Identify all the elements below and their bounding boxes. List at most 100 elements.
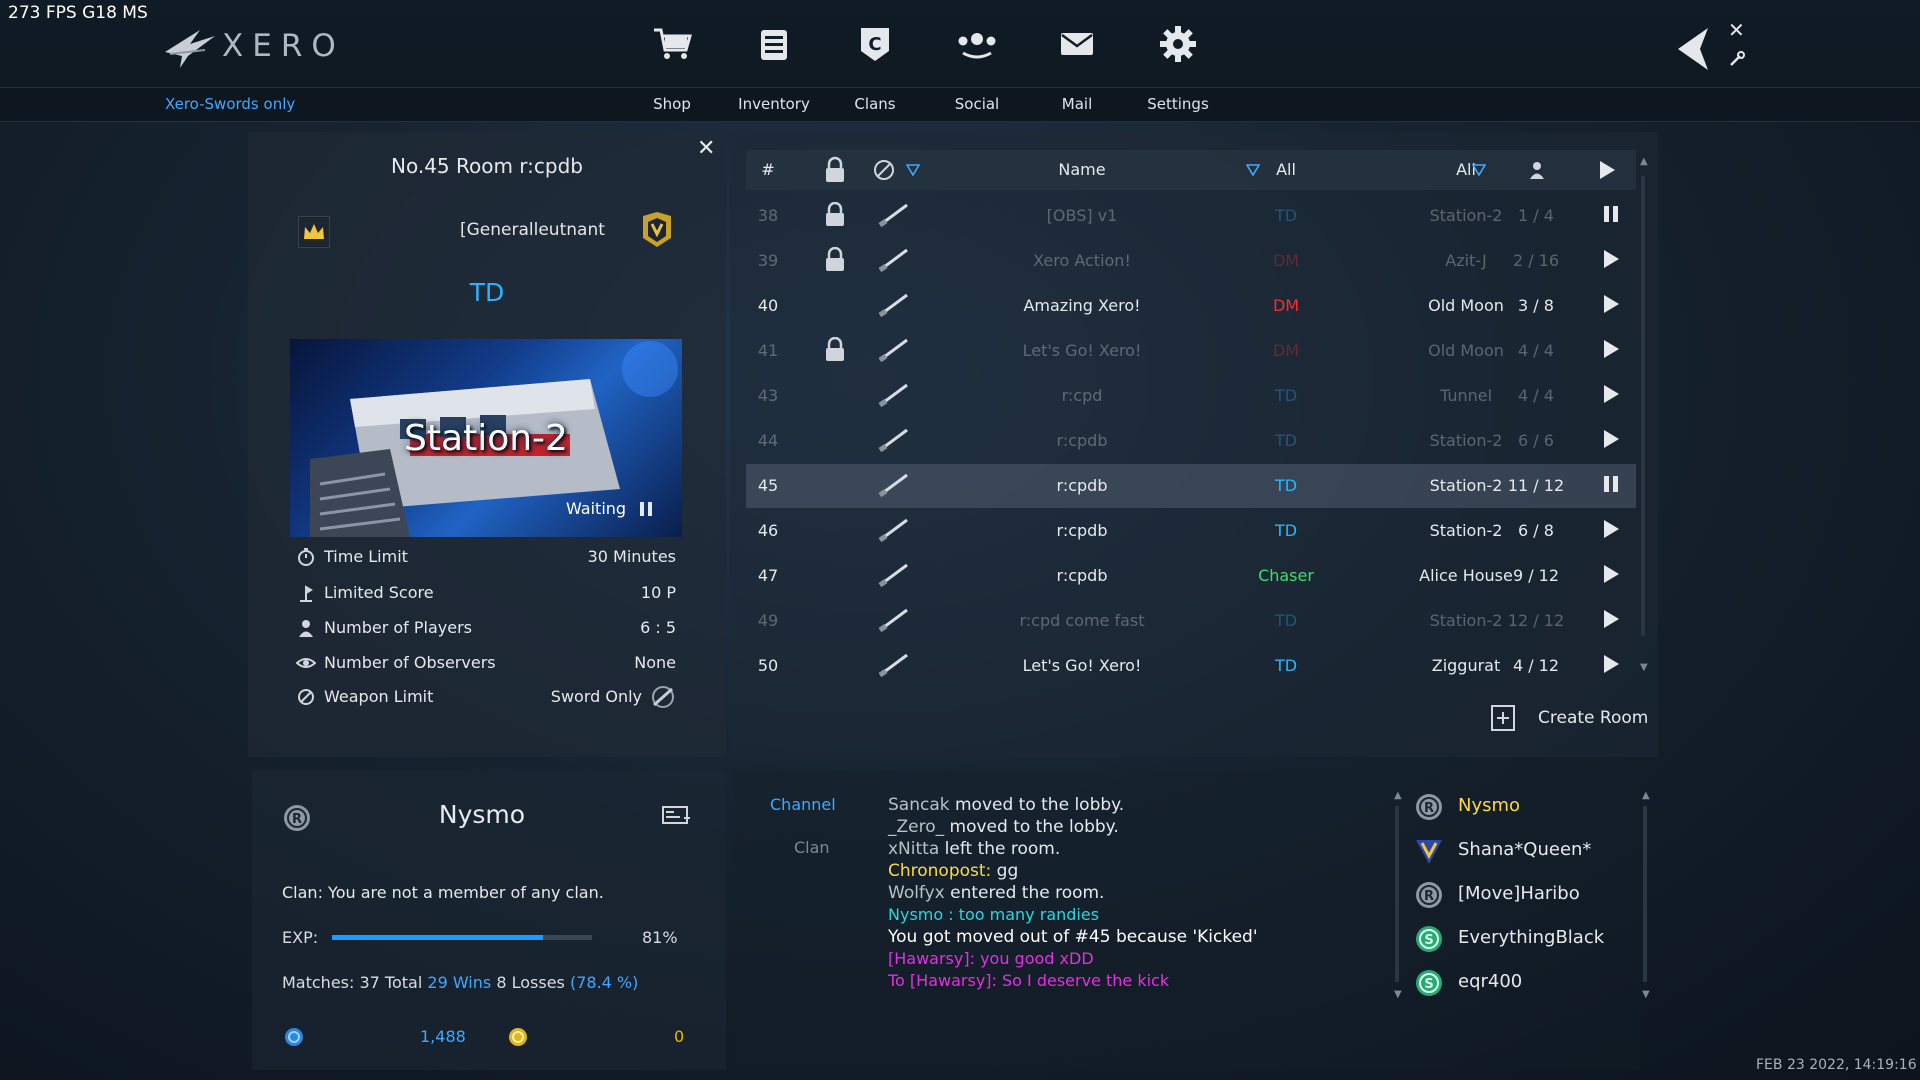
scroll-down-icon[interactable]: ▼ xyxy=(1642,989,1650,1000)
room-row[interactable]: 46 r:cpdb TD Station-2 6 / 8 xyxy=(746,509,1636,553)
info-label: Time Limit xyxy=(324,547,408,566)
room-mode: TD xyxy=(1274,431,1298,450)
chat-sender[interactable]: xNitta xyxy=(888,839,939,859)
sword-icon xyxy=(876,427,912,457)
room-number: 49 xyxy=(757,611,779,630)
map-name: Station-2 xyxy=(404,418,568,459)
room-row[interactable]: 50 Let's Go! Xero! TD Ziggurat 4 / 12 xyxy=(746,644,1636,688)
info-value: Sword Only xyxy=(550,687,642,706)
play-icon[interactable] xyxy=(1596,384,1626,408)
room-row[interactable]: 40 Amazing Xero! DM Old Moon 3 / 8 xyxy=(746,284,1636,328)
inventory-icon[interactable] xyxy=(744,18,804,70)
info-weapon-limit: Weapon Limit Sword Only xyxy=(292,685,676,711)
weapon-filter-dropdown-icon[interactable] xyxy=(906,164,920,176)
wrench-icon[interactable] xyxy=(1728,50,1746,68)
tab-channel[interactable]: Channel xyxy=(770,795,836,814)
social-icon[interactable] xyxy=(947,18,1007,70)
chat-message: You got moved out of #45 because 'Kicked… xyxy=(888,926,1388,948)
player-list-scrollbar[interactable]: ▲ ▼ xyxy=(1642,790,1650,1000)
scroll-track[interactable] xyxy=(1641,176,1645,636)
room-number: 46 xyxy=(757,521,779,540)
lock-icon xyxy=(820,246,850,277)
map-filter[interactable]: All xyxy=(1386,160,1546,179)
col-weapon-icon[interactable] xyxy=(872,158,898,182)
nav-settings[interactable]: Settings xyxy=(1118,95,1238,113)
room-list-scrollbar[interactable]: ▲ ▼ xyxy=(1640,156,1648,676)
room-row[interactable]: 45 r:cpdb TD Station-2 11 / 12 xyxy=(746,464,1636,508)
matches-losses: 8 Losses xyxy=(496,973,565,992)
player-name: Nysmo xyxy=(1458,795,1521,816)
col-name[interactable]: Name xyxy=(926,160,1238,179)
svg-text:S: S xyxy=(1424,977,1433,992)
room-row[interactable]: 41 Let's Go! Xero! DM Old Moon 4 / 4 xyxy=(746,329,1636,373)
chat-sender[interactable]: Chronopost: xyxy=(888,861,991,881)
tab-clan[interactable]: Clan xyxy=(794,838,830,857)
gold-currency-value: 0 xyxy=(674,1027,685,1046)
weapon-limit-icon xyxy=(298,689,314,705)
play-icon[interactable] xyxy=(1596,249,1626,273)
room-row[interactable]: 47 r:cpdb Chaser Alice House 9 / 12 xyxy=(746,554,1636,598)
close-room-panel-icon[interactable]: ✕ xyxy=(697,136,715,161)
room-row[interactable]: 38 [OBS] v1 TD Station-2 1 / 4 xyxy=(746,194,1636,238)
back-arrow-icon[interactable] xyxy=(1668,24,1718,74)
timer-icon xyxy=(298,548,314,566)
mail-icon[interactable] xyxy=(1047,18,1107,70)
pause-icon[interactable] xyxy=(1596,204,1626,228)
player-item[interactable]: R Nysmo xyxy=(1414,788,1634,832)
room-row[interactable]: 39 Xero Action! DM Azit-J 2 / 16 xyxy=(746,239,1636,283)
play-icon[interactable] xyxy=(1596,519,1626,543)
mode-filter[interactable]: All xyxy=(1226,160,1346,179)
room-mode: DM xyxy=(1272,251,1300,270)
logo-text: XERO xyxy=(222,28,345,64)
scroll-up-icon[interactable]: ▲ xyxy=(1642,790,1650,801)
chat-text: left the room. xyxy=(939,839,1061,859)
filter-label[interactable]: Xero-Swords only xyxy=(165,95,295,113)
col-play-icon[interactable] xyxy=(1598,160,1616,180)
col-lock-icon[interactable] xyxy=(824,156,846,184)
play-icon[interactable] xyxy=(1596,339,1626,363)
create-room-button[interactable]: Create Room xyxy=(1490,702,1650,736)
cart-icon[interactable] xyxy=(642,18,702,70)
sword-icon xyxy=(876,202,912,232)
clan-icon[interactable]: C xyxy=(845,18,905,70)
matches-wins: 29 Wins xyxy=(427,973,492,992)
play-icon[interactable] xyxy=(1596,564,1626,588)
mode-filter-dropdown-icon[interactable] xyxy=(1246,164,1260,176)
room-row[interactable]: 49 r:cpd come fast TD Station-2 12 / 12 xyxy=(746,599,1636,643)
player-item[interactable]: R [Move]Haribo xyxy=(1414,876,1634,920)
scroll-track[interactable] xyxy=(1395,806,1399,982)
play-icon[interactable] xyxy=(1596,294,1626,318)
player-item[interactable]: Shana*Queen* xyxy=(1414,832,1634,876)
scroll-down-icon[interactable]: ▼ xyxy=(1640,662,1648,676)
play-icon[interactable] xyxy=(1596,429,1626,453)
player-name: eqr400 xyxy=(1458,971,1523,992)
player-item[interactable]: S EverythingBlack xyxy=(1414,920,1634,964)
scroll-up-icon[interactable]: ▲ xyxy=(1640,156,1648,170)
gear-icon[interactable] xyxy=(1148,18,1208,70)
exp-percent: 81% xyxy=(642,928,678,947)
map-filter-dropdown-icon[interactable] xyxy=(1472,164,1486,176)
player-item[interactable]: Seqr400 xyxy=(1414,964,1634,1008)
room-row[interactable]: 44 r:cpdb TD Station-2 6 / 6 xyxy=(746,419,1636,463)
col-number[interactable]: # xyxy=(746,160,790,179)
room-mode: TD xyxy=(1274,386,1298,405)
close-icon[interactable]: ✕ xyxy=(1728,18,1745,42)
exp-progress-fill xyxy=(332,935,543,940)
play-icon[interactable] xyxy=(1596,609,1626,633)
scroll-track[interactable] xyxy=(1643,806,1647,982)
scroll-up-icon[interactable]: ▲ xyxy=(1394,790,1402,801)
chat-sender[interactable]: Wolfyx xyxy=(888,883,945,903)
col-players-icon[interactable] xyxy=(1528,160,1546,180)
play-icon[interactable] xyxy=(1596,654,1626,678)
profile-card-icon[interactable] xyxy=(662,804,690,826)
chat-scrollbar[interactable]: ▲ ▼ xyxy=(1394,790,1402,1000)
matches-prefix: Matches: xyxy=(282,973,360,992)
info-observers: Number of Observers None xyxy=(292,651,676,677)
room-players: 6 / 6 xyxy=(1518,431,1554,450)
chat-sender[interactable]: Sancak xyxy=(888,795,950,815)
chat-sender[interactable]: _Zero_ xyxy=(888,817,944,837)
room-row[interactable]: 43 r:cpd TD Tunnel 4 / 4 xyxy=(746,374,1636,418)
rank-r-icon: R xyxy=(1414,792,1444,822)
scroll-down-icon[interactable]: ▼ xyxy=(1394,989,1402,1000)
pause-icon[interactable] xyxy=(1596,474,1626,498)
